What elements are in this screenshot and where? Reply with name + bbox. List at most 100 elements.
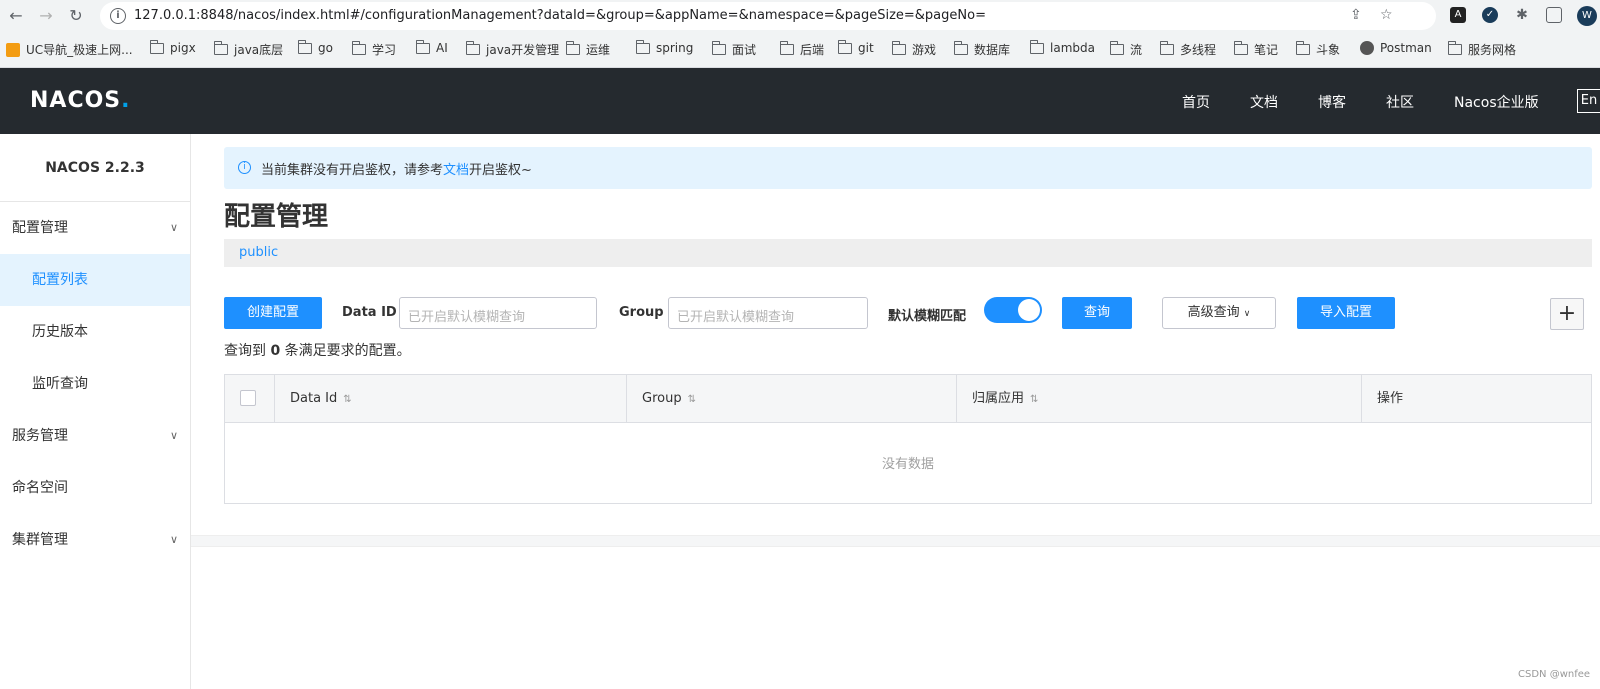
folder-icon xyxy=(1110,41,1124,55)
sort-icon[interactable]: ⇅ xyxy=(343,394,351,405)
reload-icon[interactable]: ↻ xyxy=(64,4,88,28)
address-row: ← → ↻ i 127.0.0.1:8848/nacos/index.html#… xyxy=(0,0,1600,32)
menu-history[interactable]: 历史版本 xyxy=(0,306,190,358)
bookmark-item[interactable]: UC导航_极速上网... xyxy=(6,41,133,58)
bookmark-item[interactable]: Postman xyxy=(1360,41,1432,55)
nacos-logo[interactable]: NACOS. xyxy=(30,88,131,113)
menu-namespace[interactable]: 命名空间 xyxy=(0,462,190,514)
count-value: 0 xyxy=(270,343,281,359)
puzzle-icon[interactable]: ✱ xyxy=(1514,7,1530,23)
nav-blog[interactable]: 博客 xyxy=(1318,92,1346,112)
column-label: Data Id xyxy=(290,391,338,406)
bookmark-label: pigx xyxy=(170,41,196,55)
data-id-label: Data ID xyxy=(342,305,397,320)
config-table: Data Id ⇅ Group ⇅ 归属应用 ⇅ 操作 没有数据 xyxy=(224,374,1592,504)
nav-docs[interactable]: 文档 xyxy=(1250,92,1278,112)
bookmark-label: 学习 xyxy=(372,43,397,57)
column-app[interactable]: 归属应用 ⇅ xyxy=(957,375,1362,423)
empty-state: 没有数据 xyxy=(881,457,934,472)
bookmark-item[interactable]: 多线程 xyxy=(1160,41,1216,58)
nav-community[interactable]: 社区 xyxy=(1386,92,1414,112)
sidepanel-icon[interactable] xyxy=(1546,7,1562,23)
bookmark-item[interactable]: 笔记 xyxy=(1234,41,1278,58)
alert-suffix: 开启鉴权~ xyxy=(469,163,532,178)
back-icon[interactable]: ← xyxy=(4,4,28,28)
bookmark-item[interactable]: 运维 xyxy=(566,41,610,58)
main-content: i 当前集群没有开启鉴权，请参考文档开启鉴权~ 配置管理 public 创建配置… xyxy=(191,134,1600,689)
bookmark-item[interactable]: 流 xyxy=(1110,41,1142,58)
bookmark-item[interactable]: git xyxy=(838,39,874,55)
menu-service-management[interactable]: 服务管理 ∨ xyxy=(0,410,190,462)
sort-icon[interactable]: ⇅ xyxy=(1030,394,1038,405)
bookmark-label: git xyxy=(858,41,874,55)
bookmark-label: go xyxy=(318,41,333,55)
uc-icon xyxy=(6,42,20,57)
data-id-input[interactable]: 已开启默认模糊查询 xyxy=(399,297,597,329)
add-icon[interactable]: + xyxy=(1550,298,1584,330)
bookmark-item[interactable]: 学习 xyxy=(352,41,396,58)
bookmark-item[interactable]: lambda xyxy=(1030,39,1095,55)
sort-icon[interactable]: ⇅ xyxy=(688,394,696,405)
folder-icon xyxy=(466,41,480,55)
footer-divider xyxy=(191,535,1600,547)
bookmark-label: AI xyxy=(436,41,448,55)
select-all-checkbox[interactable] xyxy=(240,390,256,406)
info-icon: i xyxy=(238,161,251,174)
namespace-public[interactable]: public xyxy=(239,245,278,260)
browser-chrome: ← → ↻ i 127.0.0.1:8848/nacos/index.html#… xyxy=(0,0,1600,68)
bookmark-label: 多线程 xyxy=(1180,43,1217,57)
chevron-down-icon: ∨ xyxy=(169,429,178,442)
create-config-button[interactable]: 创建配置 xyxy=(224,297,322,329)
bookmark-item[interactable]: java底层 xyxy=(214,41,283,58)
bookmark-label: 运维 xyxy=(586,43,611,57)
bookmark-item[interactable]: spring xyxy=(636,39,693,55)
column-label: Group xyxy=(642,391,682,406)
bookmark-label: 流 xyxy=(1130,43,1143,57)
folder-icon xyxy=(416,39,430,54)
bookmark-item[interactable]: java开发管理 xyxy=(466,41,559,58)
menu-config-list[interactable]: 配置列表 xyxy=(0,254,190,306)
menu-cluster-management[interactable]: 集群管理 ∨ xyxy=(0,514,190,566)
forward-icon[interactable]: → xyxy=(34,4,58,28)
bookmark-item[interactable]: 数据库 xyxy=(954,41,1010,58)
bookmark-star-icon[interactable]: ☆ xyxy=(1380,7,1393,23)
namespace-bar: public xyxy=(224,239,1592,267)
bookmark-item[interactable]: 服务网格 xyxy=(1448,41,1516,58)
folder-icon xyxy=(1030,39,1044,54)
bookmark-label: java开发管理 xyxy=(486,43,560,57)
folder-icon xyxy=(1160,41,1174,55)
extension-icon[interactable]: A xyxy=(1450,7,1466,23)
bookmark-item[interactable]: 后端 xyxy=(780,41,824,58)
group-label: Group xyxy=(619,305,664,320)
bookmark-item[interactable]: AI xyxy=(416,39,448,55)
menu-listener-query[interactable]: 监听查询 xyxy=(0,358,190,410)
menu-config-management[interactable]: 配置管理 ∨ xyxy=(0,202,190,254)
extension-check-icon[interactable]: ✓ xyxy=(1482,7,1498,23)
advanced-query-button[interactable]: 高级查询 ∨ xyxy=(1162,297,1276,329)
docs-link[interactable]: 文档 xyxy=(443,163,469,178)
share-icon[interactable]: ⇪ xyxy=(1350,7,1362,23)
bookmark-item[interactable]: 斗象 xyxy=(1296,41,1340,58)
nav-home[interactable]: 首页 xyxy=(1182,92,1210,112)
fuzzy-match-label: 默认模糊匹配 xyxy=(888,309,967,324)
import-config-button[interactable]: 导入配置 xyxy=(1297,297,1395,329)
folder-icon xyxy=(566,41,580,55)
bookmark-label: lambda xyxy=(1050,41,1095,55)
query-button[interactable]: 查询 xyxy=(1062,297,1132,329)
group-input[interactable]: 已开启默认模糊查询 xyxy=(668,297,868,329)
bookmark-item[interactable]: go xyxy=(298,39,333,55)
fuzzy-match-toggle[interactable] xyxy=(984,297,1042,323)
bookmark-label: 斗象 xyxy=(1316,43,1341,57)
bookmark-item[interactable]: 面试 xyxy=(712,41,756,58)
address-bar[interactable]: i 127.0.0.1:8848/nacos/index.html#/confi… xyxy=(100,2,1436,30)
alert-text: 当前集群没有开启鉴权，请参考文档开启鉴权~ xyxy=(261,159,532,178)
bookmark-item[interactable]: 游戏 xyxy=(892,41,936,58)
bookmark-item[interactable]: pigx xyxy=(150,39,196,55)
site-info-icon[interactable]: i xyxy=(110,8,126,24)
nav-enterprise[interactable]: Nacos企业版 xyxy=(1454,92,1539,112)
watermark: CSDN @wnfee xyxy=(1518,669,1591,680)
column-data-id[interactable]: Data Id ⇅ xyxy=(275,375,627,423)
profile-avatar[interactable]: W xyxy=(1577,6,1597,26)
column-group[interactable]: Group ⇅ xyxy=(627,375,957,423)
language-switch[interactable]: En xyxy=(1577,89,1600,113)
